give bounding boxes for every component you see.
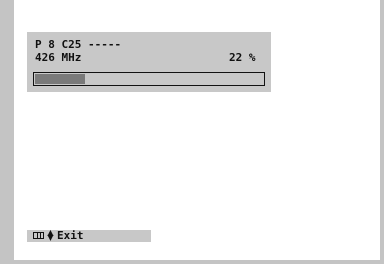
exit-label[interactable]: Exit (57, 229, 84, 242)
frame-right-edge (380, 0, 384, 264)
menu-grid-icon (33, 232, 44, 239)
search-progress-bar (33, 72, 265, 86)
frame-bottom-edge (0, 260, 384, 264)
help-bar: ▲ ▼ Exit (27, 228, 151, 242)
channel-search-panel: P 8 C25 ----- 426 MHz 22 % (27, 32, 271, 92)
frame-left-edge (0, 0, 14, 264)
progress-percent: 22 % (229, 51, 256, 64)
up-down-arrow-icon: ▲ ▼ (47, 228, 54, 242)
tv-screen: P 8 C25 ----- 426 MHz 22 % ▲ ▼ Exit (0, 0, 384, 264)
program-line: P 8 C25 ----- (35, 38, 122, 51)
search-progress-fill (35, 74, 85, 84)
frequency-readout: 426 MHz (35, 51, 82, 64)
